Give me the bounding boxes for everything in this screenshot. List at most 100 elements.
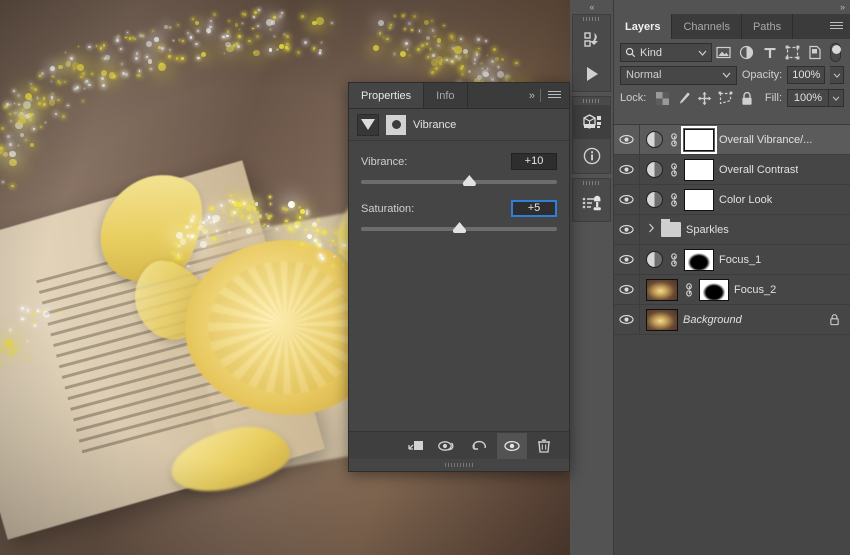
panel-menu-icon[interactable] — [830, 22, 843, 31]
filter-smartobject-icon[interactable] — [804, 43, 827, 62]
rail-grip[interactable] — [573, 97, 610, 105]
table-row[interactable]: Overall Vibrance/... — [614, 124, 850, 155]
reset-icon[interactable] — [465, 433, 495, 459]
blend-mode-row: Normal Opacity: 100% — [614, 63, 850, 85]
link-mask-icon[interactable] — [668, 162, 679, 177]
layer-mask-thumbnail[interactable] — [681, 125, 717, 154]
layer-mask-thumbnail[interactable] — [684, 158, 714, 181]
layer-row-content[interactable]: Overall Vibrance/... — [640, 125, 850, 154]
lock-transparent-pixels-icon[interactable] — [652, 88, 673, 108]
tab-layers[interactable]: Layers — [614, 14, 673, 39]
filter-pixel-icon[interactable] — [712, 43, 735, 62]
table-row[interactable]: Focus_1 — [614, 244, 850, 275]
lock-label: Lock: — [620, 92, 647, 104]
actions-panel-icon[interactable] — [573, 23, 610, 57]
tab-paths[interactable]: Paths — [742, 14, 794, 39]
lock-artboard-icon[interactable] — [715, 88, 736, 108]
vibrance-slider-handle[interactable] — [462, 175, 476, 186]
layer-thumbnail[interactable] — [646, 278, 678, 301]
delete-icon[interactable] — [529, 433, 559, 459]
adjustment-thumbnail[interactable] — [646, 131, 663, 148]
folder-icon — [661, 219, 681, 237]
rail-grip[interactable] — [573, 15, 610, 23]
link-mask-icon[interactable] — [668, 132, 679, 147]
eye-icon[interactable] — [614, 154, 640, 185]
tab-channels[interactable]: Channels — [672, 14, 742, 39]
table-row[interactable]: Focus_2 — [614, 274, 850, 305]
adjustment-thumbnail[interactable] — [646, 191, 663, 208]
layer-mask-thumbnail[interactable] — [684, 188, 714, 211]
filter-adjustment-icon[interactable] — [735, 43, 758, 62]
info-panel-icon[interactable] — [573, 139, 610, 173]
tab-info[interactable]: Info — [424, 83, 468, 108]
chevron-down-icon[interactable] — [698, 47, 707, 59]
layer-thumbnail[interactable] — [646, 308, 678, 331]
eye-icon[interactable] — [614, 244, 640, 275]
layer-row-content[interactable]: Color Look — [640, 188, 850, 211]
properties-resize-grip[interactable] — [349, 459, 569, 471]
vibrance-adjustment-icon[interactable] — [357, 113, 379, 136]
filter-enable-toggle[interactable] — [830, 43, 841, 62]
history-brush-icon[interactable] — [573, 187, 610, 221]
eye-icon[interactable] — [614, 124, 640, 155]
toggle-visibility-icon[interactable] — [497, 432, 527, 459]
lock-position-icon[interactable] — [694, 88, 715, 108]
link-mask-icon[interactable] — [683, 282, 694, 297]
table-row[interactable]: Overall Contrast — [614, 154, 850, 185]
table-row[interactable]: Sparkles — [614, 214, 850, 245]
vibrance-control: Vibrance: +10 — [361, 153, 557, 186]
vibrance-value-input[interactable]: +10 — [511, 153, 557, 170]
layer-row-content[interactable]: Focus_2 — [640, 278, 850, 301]
layer-row-content[interactable]: Background — [640, 308, 850, 331]
adjustment-thumbnail[interactable] — [646, 251, 663, 268]
eye-icon[interactable] — [614, 184, 640, 215]
layer-mask-thumbnail-icon[interactable] — [386, 114, 406, 135]
chevron-down-icon[interactable] — [722, 69, 731, 81]
layer-list[interactable]: Overall Vibrance/... Overall Contrast Colo… — [614, 124, 850, 555]
saturation-slider-handle[interactable] — [453, 222, 466, 233]
table-row[interactable]: Color Look — [614, 184, 850, 215]
layer-row-content[interactable]: Sparkles — [640, 219, 850, 237]
adjustment-thumbnail[interactable] — [646, 161, 663, 178]
eye-icon[interactable] — [614, 274, 640, 305]
filter-kind-select[interactable]: Kind — [620, 43, 712, 62]
search-icon — [625, 47, 636, 58]
layer-name: Focus_2 — [734, 283, 777, 296]
filter-shape-icon[interactable] — [781, 43, 804, 62]
3d-panel-icon[interactable] — [573, 105, 610, 139]
fill-input[interactable]: 100% — [787, 89, 829, 107]
table-row[interactable]: Background — [614, 304, 850, 335]
filter-type-icon[interactable] — [758, 43, 781, 62]
opacity-input[interactable]: 100% — [787, 66, 826, 84]
rail-grip[interactable] — [573, 179, 610, 187]
layer-mask-thumbnail[interactable] — [699, 278, 729, 301]
layer-row-content[interactable]: Focus_1 — [640, 248, 850, 271]
saturation-value-input[interactable]: +5 — [511, 200, 557, 217]
tab-properties[interactable]: Properties — [349, 83, 425, 108]
divider — [540, 89, 541, 102]
chevron-double-right-icon[interactable]: » — [529, 90, 535, 102]
layers-collapse-button[interactable]: » — [614, 0, 850, 14]
lock-all-icon[interactable] — [736, 88, 757, 108]
clip-to-layer-icon[interactable] — [401, 433, 431, 459]
layers-tab-controls — [830, 14, 850, 39]
fill-stepper-chevron-down-icon[interactable] — [829, 89, 844, 107]
rail-collapse-button[interactable]: « — [570, 0, 613, 14]
vibrance-slider-track[interactable] — [361, 175, 557, 186]
play-action-icon[interactable] — [573, 57, 610, 91]
blend-mode-select[interactable]: Normal — [620, 65, 737, 85]
chevron-right-icon[interactable] — [646, 223, 656, 236]
layer-locked-icon[interactable] — [829, 313, 850, 326]
saturation-slider-track[interactable] — [361, 222, 557, 233]
layer-mask-thumbnail[interactable] — [684, 248, 714, 271]
view-previous-state-icon[interactable] — [433, 433, 463, 459]
layer-name: Sparkles — [686, 223, 729, 236]
opacity-stepper-chevron-down-icon[interactable] — [830, 66, 845, 84]
link-mask-icon[interactable] — [668, 252, 679, 267]
layer-row-content[interactable]: Overall Contrast — [640, 158, 850, 181]
eye-icon[interactable] — [614, 304, 640, 335]
panel-menu-icon[interactable] — [548, 91, 561, 100]
lock-image-pixels-icon[interactable] — [673, 88, 694, 108]
link-mask-icon[interactable] — [668, 192, 679, 207]
eye-icon[interactable] — [614, 214, 640, 245]
